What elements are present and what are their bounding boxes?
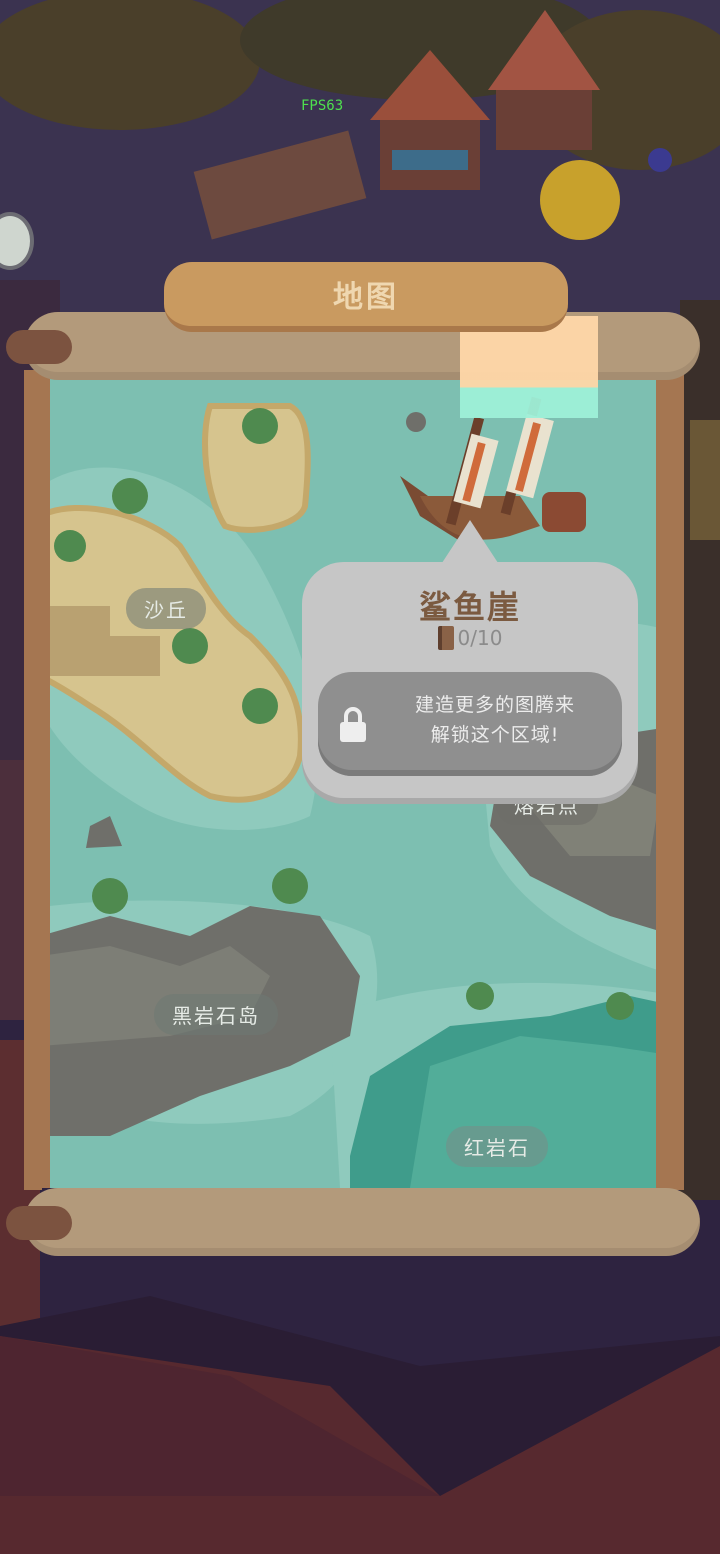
lock-icon bbox=[340, 707, 366, 742]
scroll-frame-right bbox=[666, 370, 684, 1190]
scroll-knob-bottom bbox=[6, 1206, 72, 1240]
totem-progress: 0/10 bbox=[302, 626, 638, 650]
locked-message: 建造更多的图腾来 解锁这个区域! bbox=[378, 690, 612, 750]
popup-title: 鲨鱼崖 bbox=[418, 588, 521, 626]
locked-message-line2: 解锁这个区域! bbox=[430, 724, 560, 746]
ground-terrain bbox=[0, 1296, 720, 1554]
region-label-dune[interactable]: 沙丘 bbox=[126, 588, 206, 629]
region-label-black-rock-island[interactable]: 黑岩石岛 bbox=[154, 994, 278, 1035]
locked-notice: 建造更多的图腾来 解锁这个区域! bbox=[318, 672, 622, 776]
region-label-red-rock[interactable]: 红岩石 bbox=[446, 1126, 548, 1167]
book-icon bbox=[437, 626, 454, 650]
scroll-knob-top bbox=[6, 330, 72, 364]
popup-pointer bbox=[440, 520, 500, 566]
totem-progress-value: 0/10 bbox=[457, 626, 503, 650]
locked-message-line1: 建造更多的图腾来 bbox=[414, 694, 575, 716]
scroll-rod-bottom bbox=[24, 1188, 700, 1256]
region-info-popup[interactable]: 鲨鱼崖 0/10 建造更多的图腾来 解锁这个区域! bbox=[302, 562, 638, 798]
map-title: 地图 bbox=[164, 262, 568, 332]
fps-counter: FPS63 bbox=[301, 98, 344, 114]
